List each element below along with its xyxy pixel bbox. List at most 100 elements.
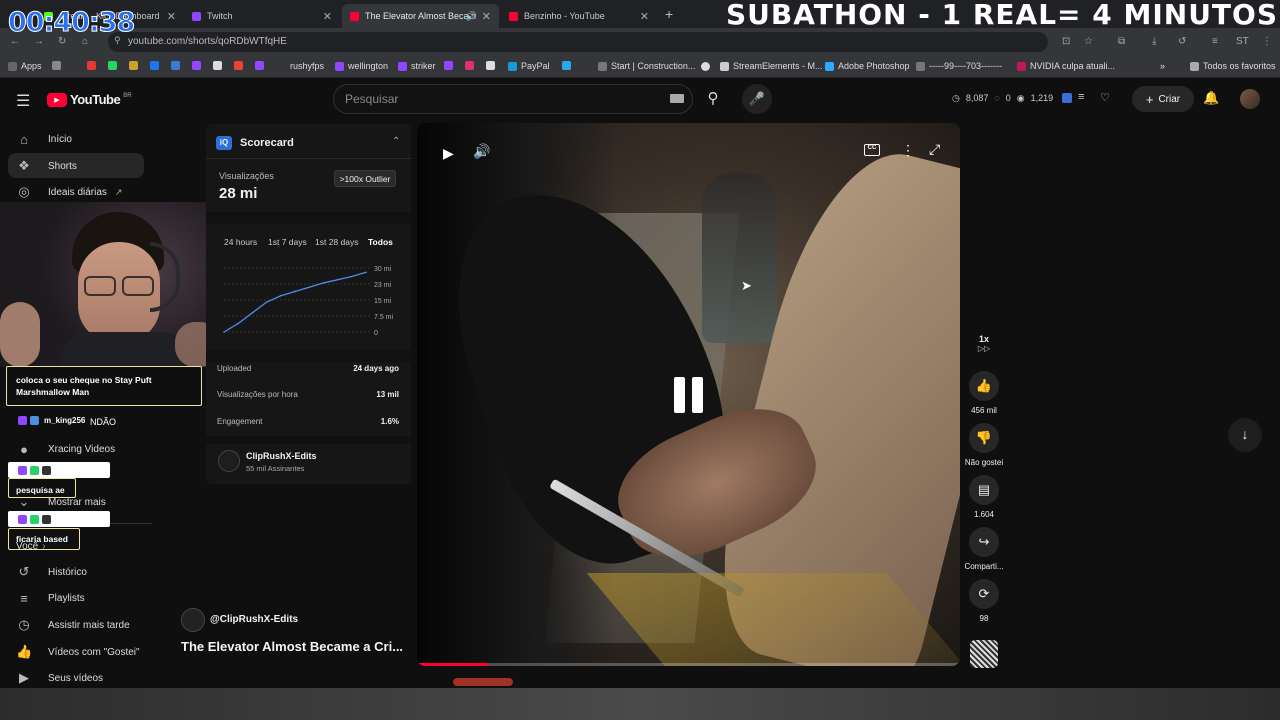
microphone-icon[interactable]: 🎤	[742, 84, 772, 114]
divider-band	[206, 350, 411, 362]
views-chart: 30 mi 23 mi 15 mi 7.5 mi 0	[223, 266, 394, 337]
video-channel-handle[interactable]: @ClipRushX-Edits	[210, 614, 298, 625]
sidebar-item-xracing[interactable]: ● Xracing Videos	[16, 436, 115, 462]
dislike-button[interactable]: 👎 Não gostei	[963, 423, 1005, 467]
range-tab-24h[interactable]: 24 hours	[224, 237, 257, 247]
download-icon[interactable]: ⤓	[1152, 36, 1156, 47]
captions-icon[interactable]: CC	[864, 144, 880, 156]
chart-point	[308, 286, 310, 288]
tab-benzinho[interactable]: Benzinho - YouTube ✕	[501, 4, 657, 28]
vidiq-icon[interactable]	[1062, 93, 1072, 103]
pause-icon-bar-right[interactable]	[692, 377, 703, 413]
profile-icon[interactable]: ST	[1236, 36, 1249, 47]
list-icon[interactable]: ≡	[1078, 91, 1084, 103]
notifications-icon[interactable]: 🔔	[1203, 90, 1219, 106]
volume-icon[interactable]: 🔊	[473, 143, 490, 160]
range-tab-28d[interactable]: 1st 28 days	[315, 237, 358, 247]
badge-icon	[30, 416, 39, 425]
create-button[interactable]: + Criar	[1132, 86, 1194, 112]
bookmark-icons-row-3[interactable]	[562, 61, 571, 70]
close-tab-icon[interactable]: ✕	[640, 10, 649, 23]
sidebar-item-history[interactable]: ↺ Histórico	[16, 559, 87, 585]
channel-avatar[interactable]	[181, 608, 205, 632]
url-input[interactable]: ⚲ youtube.com/shorts/qoRDbWTfqHE	[108, 32, 1048, 52]
stream-timer: 00:40:38	[7, 7, 135, 39]
youtube-play-icon: ▶	[47, 92, 67, 107]
views-value: 28 mi	[219, 185, 258, 202]
bookmark-streamelements[interactable]: StreamElements - M...	[701, 61, 823, 71]
play-icon[interactable]: ▶	[443, 145, 454, 162]
sidebar-item-home[interactable]: ⌂ Início	[16, 126, 72, 152]
comment-count: 1.604	[973, 510, 995, 519]
sidebar-item-label: Assistir mais tarde	[48, 619, 130, 631]
bookmark-icons-row[interactable]	[52, 61, 264, 70]
divider-band	[206, 436, 411, 444]
stat-c: 1,219	[1030, 93, 1054, 103]
shorts-video-player[interactable]: ▶ 🔊 CC ⋮ ⤢ ➤	[417, 123, 960, 666]
sidebar-item-watch-later[interactable]: ◷ Assistir mais tarde	[16, 612, 130, 638]
sidebar-item-playlists[interactable]: ≡ Playlists	[16, 585, 84, 611]
pause-icon-bar-left[interactable]	[674, 377, 685, 413]
more-options-icon[interactable]: ⋮	[901, 142, 915, 159]
audio-thumbnail[interactable]	[970, 640, 998, 668]
new-tab-button[interactable]: +	[665, 6, 673, 22]
extensions-icon[interactable]: ⧉	[1118, 36, 1125, 47]
progress-bar-track[interactable]	[417, 663, 960, 666]
keyboard-icon[interactable]	[670, 94, 684, 103]
chat-message: ficaria based	[16, 534, 68, 544]
sidebar-item-shorts[interactable]: ❖ Shorts	[16, 153, 77, 179]
share-button[interactable]: ↪ Comparti...	[963, 527, 1005, 571]
search-input[interactable]: Pesquisar	[333, 84, 693, 114]
bookmark-photoshop[interactable]: Adobe Photoshop	[825, 61, 910, 71]
woman-background	[702, 173, 777, 343]
close-tab-icon[interactable]: ✕	[323, 10, 332, 23]
dislike-label: Não gostei	[964, 458, 1004, 467]
tab-twitch[interactable]: Twitch ✕	[184, 4, 340, 28]
chat-message: NDÃO	[90, 417, 117, 427]
range-tab-all[interactable]: Todos	[368, 237, 393, 247]
search-icon[interactable]: ⚲	[694, 84, 732, 114]
next-video-arrow-icon[interactable]: ↓	[1228, 418, 1262, 452]
audio-icon[interactable]: 🔊	[466, 11, 477, 22]
bookmark-label: NVIDIA culpa atuali...	[1030, 61, 1116, 71]
bookmarks-overflow-icon[interactable]: »	[1160, 61, 1165, 71]
tab-elevator-video[interactable]: The Elevator Almost Becam 🔊 ✕	[342, 4, 499, 28]
like-button[interactable]: 👍 456 mil	[963, 371, 1005, 415]
range-tab-7d[interactable]: 1st 7 days	[268, 237, 307, 247]
fullscreen-icon[interactable]: ⤢	[929, 141, 940, 158]
vidiq-logo-icon: iQ	[216, 136, 232, 150]
comments-button[interactable]: ▤ 1.604	[963, 475, 1005, 519]
remix-button[interactable]: ⟳ 98	[963, 579, 1005, 623]
bookmark-star-icon[interactable]: ☆	[1084, 36, 1093, 47]
bookmark-nvidia[interactable]: NVIDIA culpa atuali...	[1017, 61, 1115, 71]
collapse-icon[interactable]: ⌃	[392, 136, 400, 147]
tab-search-icon[interactable]: ≡	[1212, 36, 1218, 47]
video-icon: ▶	[19, 670, 29, 685]
history-icon[interactable]: ↺	[1178, 36, 1186, 47]
bookmark-construction[interactable]: Start | Construction...	[598, 61, 695, 71]
bookmark-wellington[interactable]: wellington	[335, 61, 388, 71]
bookmark-striker[interactable]: striker	[398, 61, 436, 71]
bookmark-rushyfps[interactable]: rushyfps	[290, 61, 324, 71]
next-short-peek	[0, 688, 1280, 720]
channel-name[interactable]: ClipRushX-Edits	[246, 451, 317, 461]
close-tab-icon[interactable]: ✕	[482, 10, 491, 23]
channel-avatar[interactable]	[218, 450, 240, 472]
bookmark-paypal[interactable]: PayPal	[508, 61, 550, 71]
browser-menu-icon[interactable]: ⋮	[1262, 36, 1272, 47]
bookmark-numbers[interactable]: -----99----703-------	[916, 61, 1002, 71]
avatar[interactable]	[1240, 89, 1260, 109]
playback-speed-button[interactable]: 1x ▷▷	[963, 334, 1005, 353]
youtube-logo[interactable]: ▶ YouTube BR	[47, 92, 132, 107]
bookmark-icons-row-2[interactable]	[444, 61, 495, 70]
bookmark-apps[interactable]: Apps	[8, 61, 42, 71]
globe-icon	[213, 61, 222, 70]
trophy-icon[interactable]: ♡	[1100, 91, 1110, 104]
mouse-cursor-icon: ➤	[741, 278, 752, 293]
sidebar-item-liked[interactable]: 👍 Vídeos com "Gostei"	[16, 639, 140, 665]
close-tab-icon[interactable]: ✕	[167, 10, 176, 23]
video-title[interactable]: The Elevator Almost Became a Cri...	[181, 639, 403, 654]
bookmark-all-favorites[interactable]: Todos os favoritos	[1190, 61, 1276, 71]
install-icon[interactable]: ⊡	[1062, 36, 1070, 47]
menu-icon[interactable]: ☰	[16, 91, 30, 111]
